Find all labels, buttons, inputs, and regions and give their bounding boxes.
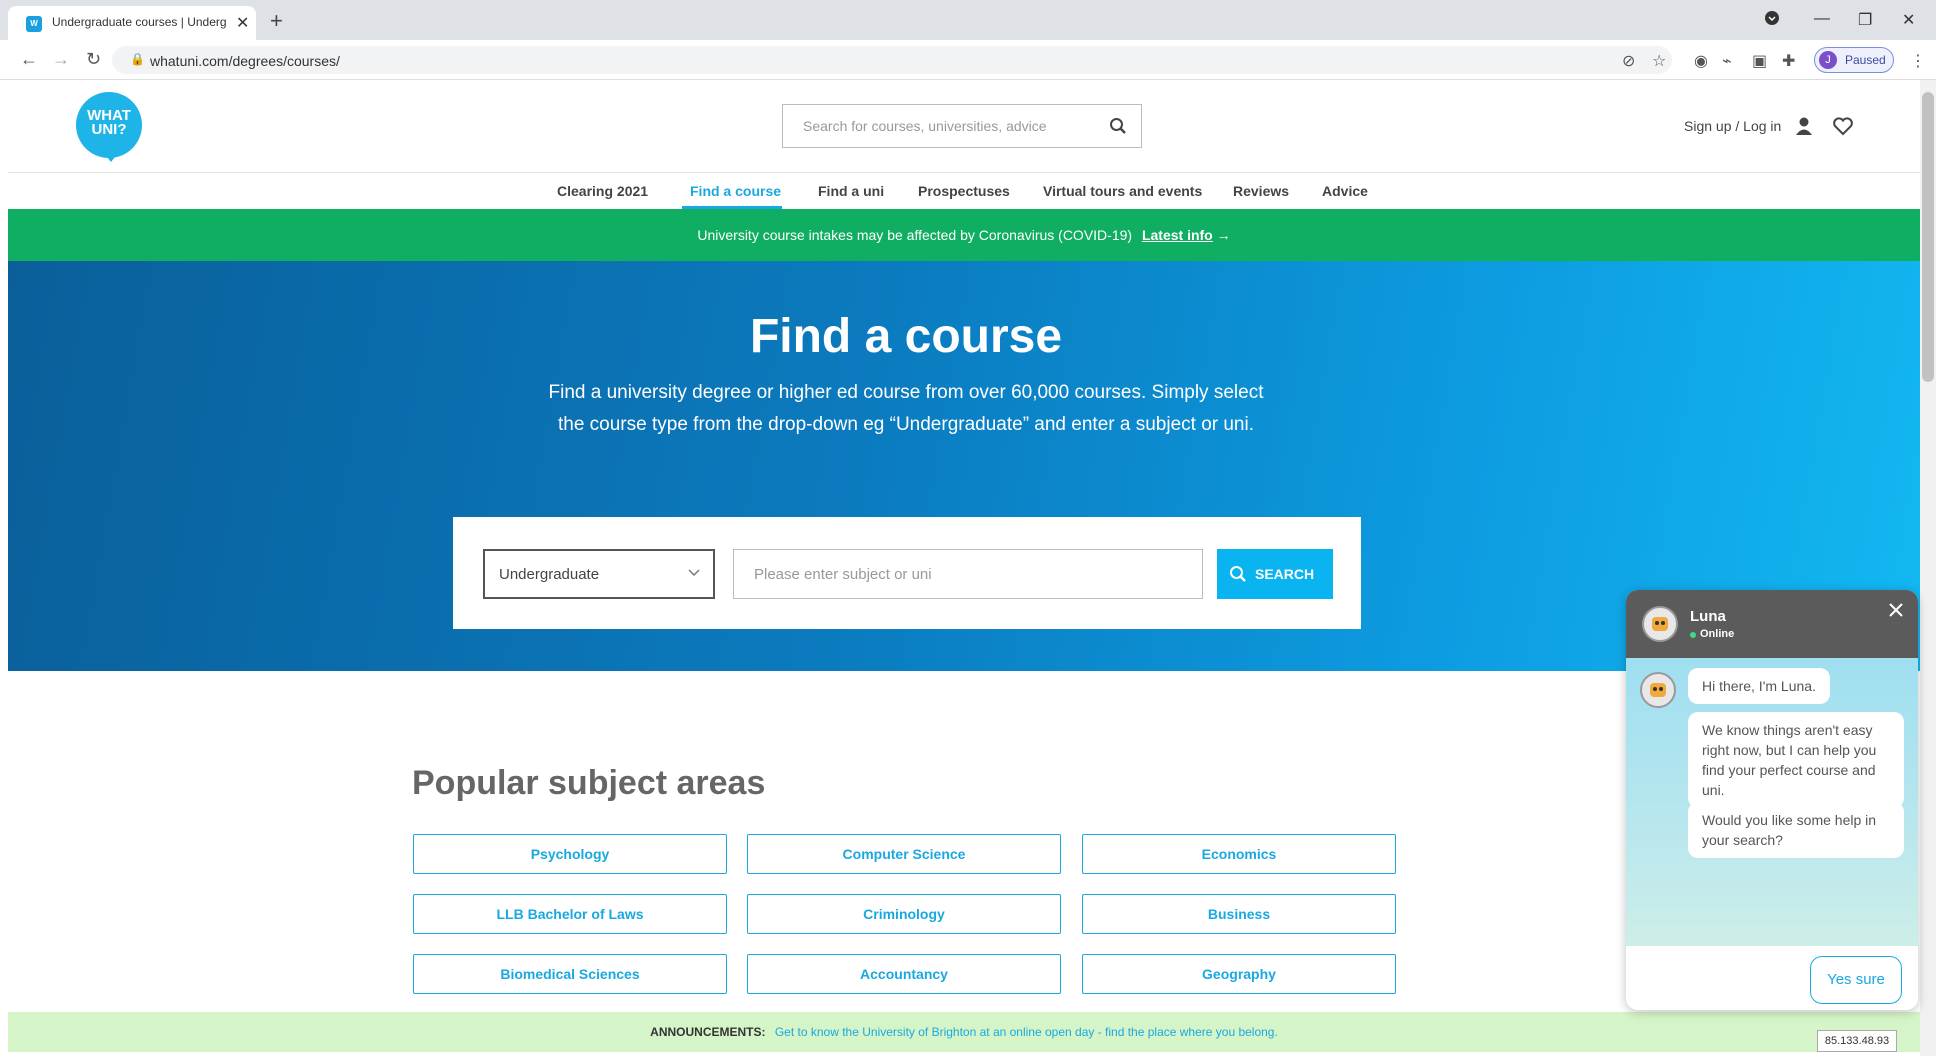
close-icon[interactable] bbox=[1888, 602, 1904, 623]
subject-placeholder: Please enter subject or uni bbox=[754, 566, 932, 583]
signup-login-link[interactable]: Sign up / Log in bbox=[1684, 118, 1781, 134]
site-search-input[interactable]: Search for courses, universities, advice bbox=[782, 104, 1142, 148]
heart-icon[interactable] bbox=[1832, 116, 1854, 141]
back-icon[interactable]: ← bbox=[20, 49, 38, 70]
chevron-down-icon bbox=[687, 565, 701, 584]
hero-description: Find a university degree or higher ed co… bbox=[548, 382, 1264, 435]
chat-footer: Yes sure bbox=[1626, 946, 1918, 1010]
tab-title: Undergraduate courses | Underg bbox=[52, 15, 227, 29]
subject-button[interactable]: Accountancy bbox=[747, 954, 1061, 994]
yes-sure-button[interactable]: Yes sure bbox=[1810, 956, 1902, 1004]
nav-item-find-uni[interactable]: Find a uni bbox=[818, 183, 884, 199]
nav-item-advice[interactable]: Advice bbox=[1322, 183, 1368, 199]
extension-icon[interactable]: ⌁ bbox=[1722, 51, 1732, 71]
chat-messages: Hi there, I'm Luna. We know things aren'… bbox=[1626, 658, 1918, 946]
extension-icon[interactable]: ◉ bbox=[1694, 51, 1708, 71]
arrow-right-icon: → bbox=[1216, 227, 1231, 243]
chat-status: Online bbox=[1700, 628, 1735, 640]
chat-message: Would you like some help in your search? bbox=[1688, 802, 1904, 858]
announcement-tag: ANNOUNCEMENTS: bbox=[650, 1025, 766, 1039]
whatuni-favicon-icon: W bbox=[26, 16, 42, 32]
bookmark-star-icon[interactable]: ☆ bbox=[1652, 51, 1666, 71]
chat-message: We know things aren't easy right now, bu… bbox=[1688, 712, 1904, 808]
bot-avatar-icon bbox=[1642, 606, 1678, 642]
subject-button[interactable]: Geography bbox=[1082, 954, 1396, 994]
subject-input[interactable]: Please enter subject or uni bbox=[733, 549, 1203, 599]
whatuni-logo[interactable]: WHAT UNI? bbox=[76, 92, 142, 162]
new-tab-icon[interactable]: + bbox=[270, 8, 283, 34]
logo-text-line2: UNI? bbox=[91, 121, 127, 138]
search-icon bbox=[1229, 565, 1247, 586]
tab-close-icon[interactable]: ✕ bbox=[236, 13, 249, 33]
scrollbar-thumb[interactable] bbox=[1922, 92, 1934, 382]
search-icon[interactable] bbox=[1109, 117, 1127, 140]
nav-item-virtual-tours[interactable]: Virtual tours and events bbox=[1043, 183, 1202, 199]
subject-button[interactable]: Economics bbox=[1082, 834, 1396, 874]
address-bar[interactable]: 🔒 whatuni.com/degrees/courses/ bbox=[112, 46, 1672, 74]
search-button[interactable]: SEARCH bbox=[1217, 549, 1333, 599]
course-type-value: Undergraduate bbox=[499, 566, 600, 583]
extension-icon[interactable]: ▣ bbox=[1752, 51, 1767, 71]
ip-address-badge: 85.133.48.93 bbox=[1817, 1030, 1897, 1052]
browser-tab-bar: W Undergraduate courses | Underg ✕ + — ❐… bbox=[0, 0, 1936, 40]
subject-button[interactable]: Criminology bbox=[747, 894, 1061, 934]
course-type-select[interactable]: Undergraduate bbox=[483, 549, 715, 599]
browser-tab[interactable]: W Undergraduate courses | Underg ✕ bbox=[8, 6, 256, 40]
extensions-puzzle-icon[interactable]: ✚ bbox=[1782, 51, 1795, 71]
window-close-icon[interactable]: ✕ bbox=[1902, 10, 1915, 30]
search-button-label: SEARCH bbox=[1255, 566, 1315, 582]
profile-status: Paused bbox=[1845, 53, 1886, 67]
main-nav: Clearing 2021 Find a course Find a uni P… bbox=[0, 173, 1920, 209]
user-icon[interactable] bbox=[1794, 116, 1814, 141]
covid-banner: University course intakes may be affecte… bbox=[8, 209, 1920, 261]
restore-icon[interactable]: ❐ bbox=[1858, 10, 1872, 30]
profile-avatar: J bbox=[1819, 51, 1837, 69]
reload-icon[interactable]: ↻ bbox=[86, 49, 101, 70]
subject-button[interactable]: Computer Science bbox=[747, 834, 1061, 874]
chat-bot-name: Luna bbox=[1690, 608, 1726, 625]
bot-avatar-icon bbox=[1640, 672, 1676, 708]
chat-widget: Luna Online Hi there, I'm Luna. We know … bbox=[1626, 590, 1918, 1010]
url-text: whatuni.com/degrees/courses/ bbox=[150, 53, 340, 69]
subject-button[interactable]: Business bbox=[1082, 894, 1396, 934]
lock-icon: 🔒 bbox=[130, 52, 145, 66]
site-search-placeholder: Search for courses, universities, advice bbox=[803, 118, 1047, 134]
browser-toolbar: ← → ↻ 🔒 whatuni.com/degrees/courses/ ⊘ ☆… bbox=[0, 40, 1936, 80]
course-search-panel: Undergraduate Please enter subject or un… bbox=[453, 517, 1361, 629]
profile-button[interactable]: J Paused bbox=[1814, 47, 1894, 73]
forward-icon[interactable]: → bbox=[52, 49, 70, 70]
blocked-popup-icon[interactable]: ⊘ bbox=[1622, 51, 1635, 71]
nav-item-reviews[interactable]: Reviews bbox=[1233, 183, 1289, 199]
nav-item-prospectuses[interactable]: Prospectuses bbox=[918, 183, 1010, 199]
nav-item-find-course[interactable]: Find a course bbox=[690, 183, 781, 199]
subject-button[interactable]: Psychology bbox=[413, 834, 727, 874]
nav-item-clearing[interactable]: Clearing 2021 bbox=[557, 183, 648, 199]
online-status-dot bbox=[1690, 632, 1696, 638]
covid-banner-text: University course intakes may be affecte… bbox=[697, 227, 1133, 243]
minimize-icon[interactable]: — bbox=[1814, 10, 1830, 28]
announcement-link[interactable]: Get to know the University of Brighton a… bbox=[775, 1025, 1278, 1039]
profile-menu-icon[interactable] bbox=[1764, 10, 1780, 31]
browser-menu-icon[interactable]: ⋮ bbox=[1910, 51, 1926, 71]
page-title: Find a course bbox=[749, 310, 1063, 363]
subject-button[interactable]: Biomedical Sciences bbox=[413, 954, 727, 994]
latest-info-link[interactable]: Latest info bbox=[1142, 227, 1213, 243]
announcement-bar: ANNOUNCEMENTS: Get to know the Universit… bbox=[8, 1012, 1920, 1052]
chat-header: Luna Online bbox=[1626, 590, 1918, 658]
subject-button[interactable]: LLB Bachelor of Laws bbox=[413, 894, 727, 934]
popular-subjects-title: Popular subject areas bbox=[412, 764, 766, 802]
chat-message: Hi there, I'm Luna. bbox=[1688, 668, 1830, 704]
